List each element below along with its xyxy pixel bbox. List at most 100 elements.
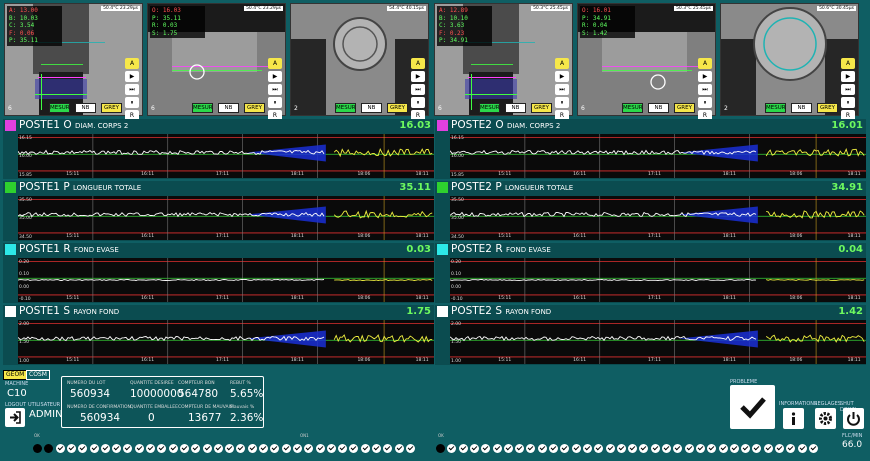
camera-mesur-button[interactable]: MESUR	[335, 103, 356, 113]
x-tick-label: 16:11	[141, 234, 155, 239]
camera-view-5[interactable]: O: 16.01 P: 34.91 R: 0.04 S: 1.42 50.3°C 25.…	[577, 3, 716, 116]
camera-view-2[interactable]: O: 16.03 P: 35.11 R: 0.03 S: 1.75 50.4°C 23.…	[147, 3, 286, 116]
camera-view-6[interactable]: 50.6°C 30.45µs 2 MESUR NB GREY	[720, 3, 859, 116]
x-tick-label: 15:11	[66, 296, 80, 301]
trend-plot[interactable]: 35.50 35.00 34.50 15:11 16:11 17:11 18:11 18:06…	[450, 196, 866, 240]
series-color-swatch	[5, 120, 16, 131]
trend-plot[interactable]: 2.00 1.50 1.00 15:11 16:11 17:11 18:11 18:06 18:…	[18, 320, 434, 364]
camera-mesur-button[interactable]: MESUR	[765, 103, 786, 113]
camera-status: 50.6°C 30.45µs	[817, 6, 856, 11]
series-color-swatch	[5, 306, 16, 317]
camera-nb-button[interactable]: NB	[505, 103, 526, 113]
camera-view-1[interactable]: A: 13.00 B: 10.03 C: 3.54 F: 0.06 P: 35.11 50…	[4, 3, 143, 116]
y-tick-label: 0.00	[19, 284, 30, 290]
camera-control-button[interactable]: ⏸	[555, 97, 569, 108]
camera-control-button[interactable]: A	[841, 58, 855, 69]
camera-control-button[interactable]: ▶	[411, 71, 425, 82]
problem-ok-button[interactable]	[730, 385, 775, 429]
camera-control-button[interactable]: ⏭	[698, 84, 712, 95]
camera-control-button[interactable]: ⏭	[841, 84, 855, 95]
camera-control-button[interactable]: ⏭	[125, 84, 139, 95]
settings-label: REGLAGES	[814, 401, 841, 407]
x-tick-label: 17:11	[216, 296, 229, 301]
camera-mesur-button[interactable]: MESUR	[622, 103, 643, 113]
y-tick-label: 34.50	[451, 234, 464, 240]
camera-grey-button[interactable]: GREY	[101, 103, 122, 113]
geom-tab[interactable]: GEOM	[3, 370, 28, 380]
status-dot-ok	[605, 444, 615, 453]
status-dot-ok	[729, 444, 739, 453]
camera-nb-button[interactable]: NB	[218, 103, 239, 113]
shutdown-button[interactable]	[843, 408, 864, 429]
status-dots-poste2	[436, 444, 826, 455]
camera-control-button[interactable]: ⏸	[125, 97, 139, 108]
camera-control-button[interactable]: ▶	[698, 71, 712, 82]
camera-mesur-button[interactable]: MESUR	[192, 103, 213, 113]
status-dot-ok	[594, 444, 604, 453]
status-dot-ok	[447, 444, 457, 453]
trend-plot[interactable]: 2.00 1.50 1.00 15:11 16:11 17:11 18:11 18:06 18:…	[450, 320, 866, 364]
camera-control-button[interactable]: A	[268, 58, 282, 69]
trend-plot[interactable]: 0.20 0.10 0.00 -0.10 15:11 16:11 17:11 18:11 18:…	[450, 258, 866, 302]
x-tick-label: 18:06	[789, 358, 803, 363]
camera-control-button[interactable]: ⏭	[411, 84, 425, 95]
measure-line: O: 16.03	[152, 7, 181, 14]
confirmation-label: NUMERO DE CONFIRMATION	[67, 405, 131, 410]
panel-title: POSTE2 R FOND EVASE	[451, 243, 551, 257]
x-tick-label: 15:11	[498, 172, 512, 177]
camera-control-button[interactable]: ▶	[841, 71, 855, 82]
y-tick-label: 34.50	[19, 234, 32, 240]
reject-pct-label: REBUT %	[230, 381, 251, 386]
y-tick-label: 0.00	[451, 284, 462, 290]
camera-control-button[interactable]: ▶	[555, 71, 569, 82]
trend-plot[interactable]: 0.20 0.10 0.00 -0.10 15:11 16:11 17:11 18:11 18:…	[18, 258, 434, 302]
camera-control-button[interactable]: A	[125, 58, 139, 69]
measure-line: A: 13.00	[9, 7, 38, 14]
cosm-tab[interactable]: COSM	[26, 370, 50, 380]
camera-view-4[interactable]: A: 12.89 B: 10.10 C: 3.63 F: 0.23 P: 34.91 50…	[434, 3, 573, 116]
status-dot-ok	[469, 444, 479, 453]
trend-plot[interactable]: 35.50 35.00 34.50 15:11 16:11 17:11 18:11 18:06…	[18, 196, 434, 240]
camera-mesur-button[interactable]: MESUR	[49, 103, 70, 113]
status-dot-ok	[808, 444, 818, 453]
panel-title-main: POSTE2 P	[451, 181, 502, 193]
camera-control-button[interactable]: A	[698, 58, 712, 69]
camera-nb-button[interactable]: NB	[791, 103, 812, 113]
y-tick-label: 16.15	[451, 136, 464, 141]
settings-button[interactable]	[815, 408, 836, 429]
camera-control-button[interactable]: A	[411, 58, 425, 69]
camera-grey-button[interactable]: GREY	[531, 103, 552, 113]
measure-line: B: 10.03	[9, 14, 38, 22]
camera-control-button[interactable]: ⏭	[555, 84, 569, 95]
camera-grey-button[interactable]: GREY	[817, 103, 838, 113]
camera-control-button[interactable]: ▶	[268, 71, 282, 82]
bad-counter-label: COMPTEUR DE MAUVAIS	[178, 405, 233, 410]
y-tick-label: 35.50	[451, 198, 464, 203]
camera-control-button[interactable]: ⏸	[411, 97, 425, 108]
camera-control-button[interactable]: ⏸	[268, 97, 282, 108]
status-dot-ok	[383, 444, 393, 453]
x-tick-label: 15:11	[66, 358, 80, 363]
camera-grey-button[interactable]: GREY	[387, 103, 408, 113]
trend-plot[interactable]: 16.15 16.00 15.85 15:11 16:11 17:11 18:11 18:06…	[18, 134, 434, 178]
camera-control-button[interactable]: ⏸	[698, 97, 712, 108]
x-tick-label: 18:11	[847, 234, 861, 239]
logout-button[interactable]	[5, 408, 25, 427]
camera-nb-button[interactable]: NB	[361, 103, 382, 113]
camera-nb-button[interactable]: NB	[75, 103, 96, 113]
camera-mesur-button[interactable]: MESUR	[479, 103, 500, 113]
lot-info-box: NUMERO DU LOT 560934 QUANTITE DESIREE 10…	[61, 376, 264, 428]
camera-nb-button[interactable]: NB	[648, 103, 669, 113]
camera-control-button[interactable]: ⏭	[268, 84, 282, 95]
status-dot-ok	[146, 444, 155, 453]
info-button[interactable]	[783, 408, 804, 429]
camera-control-button[interactable]: ▶	[125, 71, 139, 82]
camera-control-button[interactable]: ⏸	[841, 97, 855, 108]
camera-control-button[interactable]: A	[555, 58, 569, 69]
inspection-screen: A: 13.00 B: 10.03 C: 3.54 F: 0.06 P: 35.11 50…	[0, 0, 870, 461]
camera-grey-button[interactable]: GREY	[674, 103, 695, 113]
x-tick-label: 16:11	[573, 358, 587, 363]
trend-plot[interactable]: 16.15 16.00 15.85 15:11 16:11 17:11 18:11 18:06…	[450, 134, 866, 178]
camera-view-3[interactable]: 54.4°C 40.15µs 2 MESUR NB GREY	[290, 3, 429, 116]
camera-grey-button[interactable]: GREY	[244, 103, 265, 113]
